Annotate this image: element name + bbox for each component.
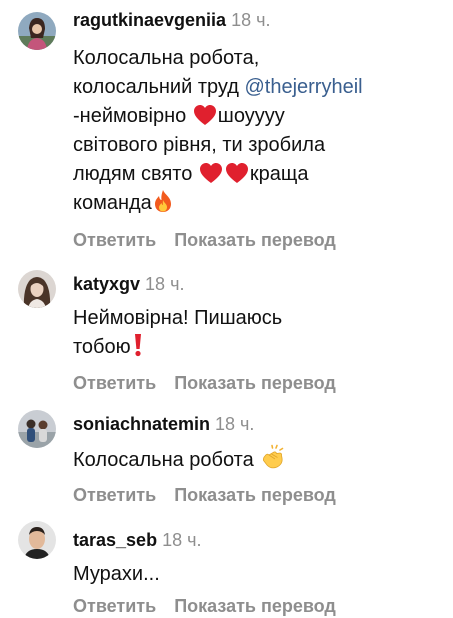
fire-icon (153, 189, 173, 213)
comment-text-segment: колосальний труд (73, 76, 245, 98)
red-heart-icon (199, 162, 223, 184)
comment-line: команда (73, 189, 445, 218)
timestamp: 18 ч. (215, 414, 255, 434)
reply-button[interactable]: Ответить (73, 485, 156, 505)
comment-actions: Ответить Показать перевод (73, 228, 336, 252)
comment-line: людям свято краща (73, 160, 445, 189)
avatar[interactable] (18, 410, 56, 448)
timestamp: 18 ч. (231, 10, 271, 30)
comment-actions: Ответить Показать перевод (73, 483, 336, 507)
comment-actions: Ответить Показать перевод (73, 594, 336, 618)
comment-line: тобою (73, 333, 445, 362)
comment-header: katyxgv 18 ч. (73, 272, 184, 296)
comment-line: Мурахи... (73, 563, 160, 585)
comment-text: Колосальна робота (73, 444, 445, 475)
show-translation-button[interactable]: Показать перевод (174, 373, 336, 393)
comment-line: -неймовірно шоуууу (73, 102, 445, 131)
comment-text-segment: Колосальна робота (73, 449, 254, 471)
username[interactable]: taras_seb (73, 530, 157, 550)
comment-header: soniachnatemin 18 ч. (73, 412, 254, 436)
show-translation-button[interactable]: Показать перевод (174, 230, 336, 250)
comment-line: світового рівня, ти зробила (73, 134, 326, 156)
comment-actions: Ответить Показать перевод (73, 371, 336, 395)
username[interactable]: ragutkinaevgeniia (73, 10, 226, 30)
comment-header: taras_seb 18 ч. (73, 528, 201, 552)
clapping-hands-icon (260, 444, 286, 470)
username[interactable]: katyxgv (73, 274, 140, 294)
red-heart-icon (225, 162, 249, 184)
comment-line: колосальний труд @thejerryheil (73, 73, 445, 102)
reply-button[interactable]: Ответить (73, 596, 156, 616)
comment-text-segment: краща (249, 163, 309, 185)
comment-header: ragutkinaevgeniia 18 ч. (73, 8, 270, 32)
comment-text-segment: команда (73, 192, 152, 214)
show-translation-button[interactable]: Показать перевод (174, 596, 336, 616)
avatar[interactable] (18, 12, 56, 50)
timestamp: 18 ч. (162, 530, 202, 550)
comment-text: Мурахи... (73, 560, 445, 589)
comment-text-segment: шоуууу (217, 105, 285, 127)
comment-text-segment: тобою (73, 336, 131, 358)
comment-text: Неймовірна! Пишаюсь тобою (73, 304, 445, 362)
reply-button[interactable]: Ответить (73, 230, 156, 250)
username[interactable]: soniachnatemin (73, 414, 210, 434)
red-heart-icon (193, 104, 217, 126)
mention-link[interactable]: @thejerryheil (244, 76, 362, 98)
comment-text-segment: -неймовірно (73, 105, 192, 127)
comment-text-segment: людям свято (73, 163, 198, 185)
show-translation-button[interactable]: Показать перевод (174, 485, 336, 505)
reply-button[interactable]: Ответить (73, 373, 156, 393)
red-exclamation-icon (132, 333, 144, 357)
comment-line: Неймовірна! Пишаюсь (73, 307, 283, 329)
comment-line: Колосальна робота, (73, 47, 260, 69)
timestamp: 18 ч. (145, 274, 185, 294)
comment-text: Колосальна робота, колосальний труд @the… (73, 44, 445, 218)
avatar[interactable] (18, 521, 56, 559)
avatar[interactable] (18, 270, 56, 308)
comment-line: Колосальна робота (73, 444, 445, 475)
